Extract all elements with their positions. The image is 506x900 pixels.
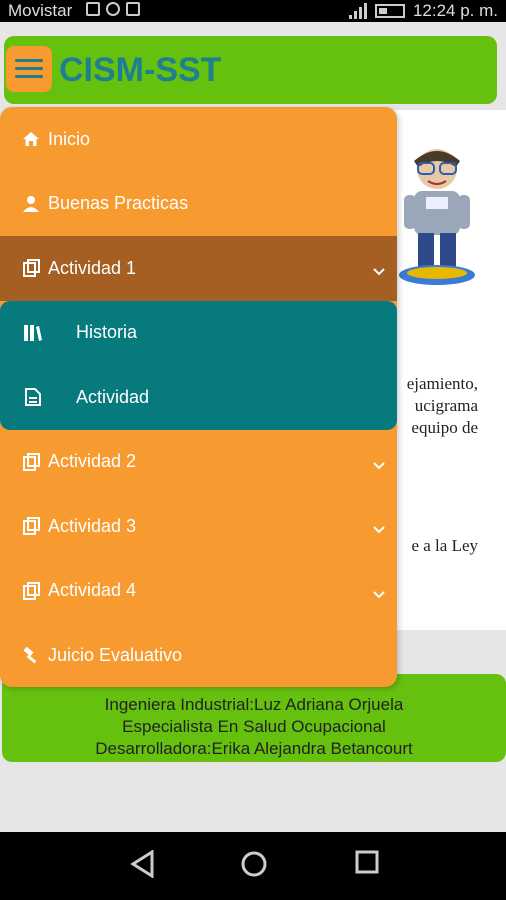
system-navigation-bar [0,832,506,900]
drawer-item-juicio-evaluativo[interactable]: Juicio Evaluativo [0,623,397,687]
carrier-name: Movistar [8,1,73,20]
drawer-item-actividad-3[interactable]: Actividad 3 [0,494,397,559]
footer-line: Especialista En Salud Ocupacional [122,717,386,736]
recent-apps-icon[interactable] [355,850,379,874]
clipboard-icon [20,581,42,600]
chevron-down-icon [373,583,385,604]
submenu-item-label: Actividad [76,386,150,407]
drawer-item-buenas-practicas[interactable]: Buenas Practicas [0,172,397,237]
drawer-item-label: Juicio Evaluativo [48,644,183,665]
navigation-drawer: Inicio Buenas Practicas Actividad 1 Hist… [0,107,397,687]
home-icon [20,131,42,147]
content-text: equipo de [411,418,478,437]
app-footer: Ingeniera Industrial:Luz Adriana Orjuela… [2,674,506,762]
drawer-item-label: Buenas Practicas [48,193,189,214]
app-header: CISM-SST [4,36,497,104]
submenu-item-historia[interactable]: Historia [0,301,397,366]
user-icon [20,195,42,213]
drawer-item-label: Actividad 2 [48,451,137,472]
chevron-down-icon [373,518,385,539]
clipboard-icon [20,452,42,471]
submenu-actividad-1: Historia Actividad [0,300,397,430]
battery-icon [374,4,405,18]
status-bar: Movistar 12:24 p. m. [0,0,506,22]
books-icon [22,324,44,342]
clipboard-icon [20,517,42,536]
content-text: e a la Ley [411,536,478,555]
drawer-item-label: Actividad 4 [48,580,137,601]
footer-line: Desarrolladora:Erika Alejandra Betancour… [95,739,413,758]
signal-icon [348,3,367,19]
image-icon [126,2,140,16]
mascot-image [399,149,475,285]
drawer-item-label: Inicio [48,128,91,149]
hamburger-icon [15,59,43,62]
gavel-icon [20,646,42,664]
clock: 12:24 p. m. [412,1,498,20]
menu-toggle-button[interactable] [6,46,52,92]
submenu-item-actividad[interactable]: Actividad [0,365,397,430]
content-text: ucigrama [414,396,478,415]
whatsapp-icon [106,2,120,16]
back-icon[interactable] [130,850,156,878]
drawer-item-actividad-1[interactable]: Actividad 1 [0,236,397,301]
chevron-down-icon [373,260,385,281]
content-text: ejamiento, [406,374,478,393]
clipboard-icon [20,259,42,278]
drawer-item-actividad-2[interactable]: Actividad 2 [0,430,397,495]
notification-icon [86,2,100,16]
app-title: CISM-SST [59,51,222,89]
drawer-item-label: Actividad 1 [48,257,137,278]
drawer-item-inicio[interactable]: Inicio [0,107,397,172]
document-icon [22,388,44,407]
home-button-icon[interactable] [240,850,268,878]
drawer-item-actividad-4[interactable]: Actividad 4 [0,559,397,624]
submenu-item-label: Historia [76,322,138,343]
drawer-item-label: Actividad 3 [48,515,137,536]
chevron-down-icon [373,454,385,475]
